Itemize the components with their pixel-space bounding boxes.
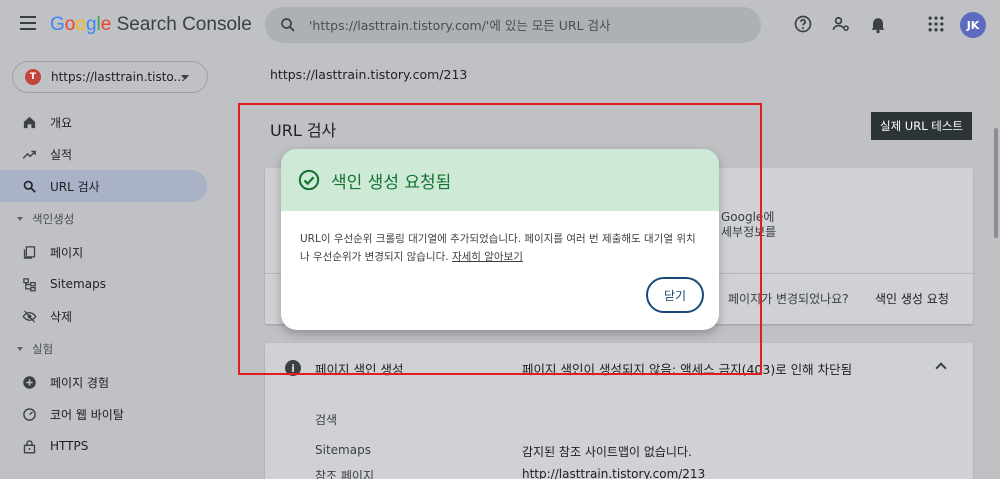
indexing-requested-dialog: 색인 생성 요청됨 URL이 우선순위 크롤링 대기열에 추가되었습니다. 페이… [281,149,719,330]
hamburger-menu-icon[interactable] [20,16,36,30]
property-selector[interactable]: T https://lasttrain.tisto... [12,61,208,93]
logo-letter: e [100,14,112,35]
sidebar-section-label: 색인생성 [32,212,75,226]
logo-letter: o [64,14,76,35]
plus-circle-icon [23,376,36,389]
help-icon[interactable] [793,14,813,34]
sidebar-nav: 개요 실적 URL 검사 색인생성 페이지 Sitemaps 삭제 실험 페이지… [0,106,215,462]
trending-icon [22,150,36,159]
close-dialog-button[interactable]: 닫기 [646,277,704,313]
manage-users-icon[interactable] [831,14,851,34]
sidebar-item-page-experience[interactable]: 페이지 경험 [0,366,215,398]
request-indexing-link[interactable]: 색인 생성 요청 [875,290,949,307]
sidebar-section-experience[interactable]: 실험 [0,332,215,366]
sitemap-icon [23,278,36,292]
sidebar-item-label: 개요 [50,115,73,130]
sidebar-item-label: URL 검사 [50,179,100,194]
search-icon[interactable] [279,16,297,34]
sidebar-item-url-inspection[interactable]: URL 검사 [0,170,207,202]
home-icon [23,116,36,129]
learn-more-link[interactable]: 자세히 알아보기 [452,251,523,263]
logo-product-name: Search Console [111,14,252,35]
sidebar-item-label: 실적 [50,147,73,162]
sidebar-item-label: 페이지 경험 [50,375,110,390]
sidebar-item-performance[interactable]: 실적 [0,138,215,170]
sidebar-item-overview[interactable]: 개요 [0,106,215,138]
logo-letter: o [75,14,86,35]
sidebar-item-label: 페이지 [50,245,84,260]
sidebar-section-label: 실험 [32,342,54,356]
chevron-up-icon[interactable] [935,362,947,374]
scrollbar-thumb[interactable] [994,128,998,238]
apps-grid-icon[interactable] [926,14,946,34]
collapse-triangle-icon [17,217,23,221]
sidebar-item-pages[interactable]: 페이지 [0,236,215,268]
notifications-bell-icon[interactable] [868,14,888,34]
account-avatar[interactable]: JK [960,12,986,38]
caret-down-icon [181,75,189,80]
sidebar-item-label: HTTPS [50,439,89,453]
check-circle-icon [298,169,320,191]
search-icon [23,180,36,193]
sidebar-section-indexing[interactable]: 색인생성 [0,202,215,236]
lock-icon [23,440,36,454]
pages-icon [23,246,36,259]
detail-row-value[interactable]: http://lasttrain.tistory.com/213 [522,467,705,479]
dialog-message: URL이 우선순위 크롤링 대기열에 추가되었습니다. 페이지를 여러 번 제출… [300,230,700,266]
collapse-triangle-icon [17,347,23,351]
dialog-title: 색인 생성 요청됨 [331,172,452,193]
sidebar-item-https[interactable]: HTTPS [0,430,215,462]
test-live-url-button[interactable]: 실제 URL 테스트 [871,112,972,140]
removal-icon [22,310,37,323]
app-header: Google Search Console JK [0,0,1000,52]
sidebar-item-label: 코어 웹 바이탈 [50,407,124,422]
sidebar-item-sitemaps[interactable]: Sitemaps [0,268,215,300]
sidebar-item-core-web-vitals[interactable]: 코어 웹 바이탈 [0,398,215,430]
url-inspect-search-bar[interactable] [265,7,761,43]
dialog-header: 색인 생성 요청됨 [281,149,719,211]
app-logo[interactable]: Google Search Console [50,14,252,36]
detail-row-label: Sitemaps [315,443,371,457]
detail-row-value: 감지된 참조 사이트맵이 없습니다. [522,445,692,459]
property-label: https://lasttrain.tisto... [51,70,185,84]
search-input[interactable] [309,17,729,33]
detail-row-label: 검색 [315,413,338,427]
logo-letter: g [85,14,97,35]
gauge-icon [23,408,36,421]
detail-row-label: 참조 페이지 [315,469,375,479]
property-favicon-icon: T [25,69,41,85]
logo-letter: G [50,14,65,35]
sidebar-item-removals[interactable]: 삭제 [0,300,215,332]
inspected-url-breadcrumb: https://lasttrain.tistory.com/213 [270,67,468,82]
sidebar-item-label: 삭제 [50,309,73,324]
sidebar-item-label: Sitemaps [50,277,106,291]
